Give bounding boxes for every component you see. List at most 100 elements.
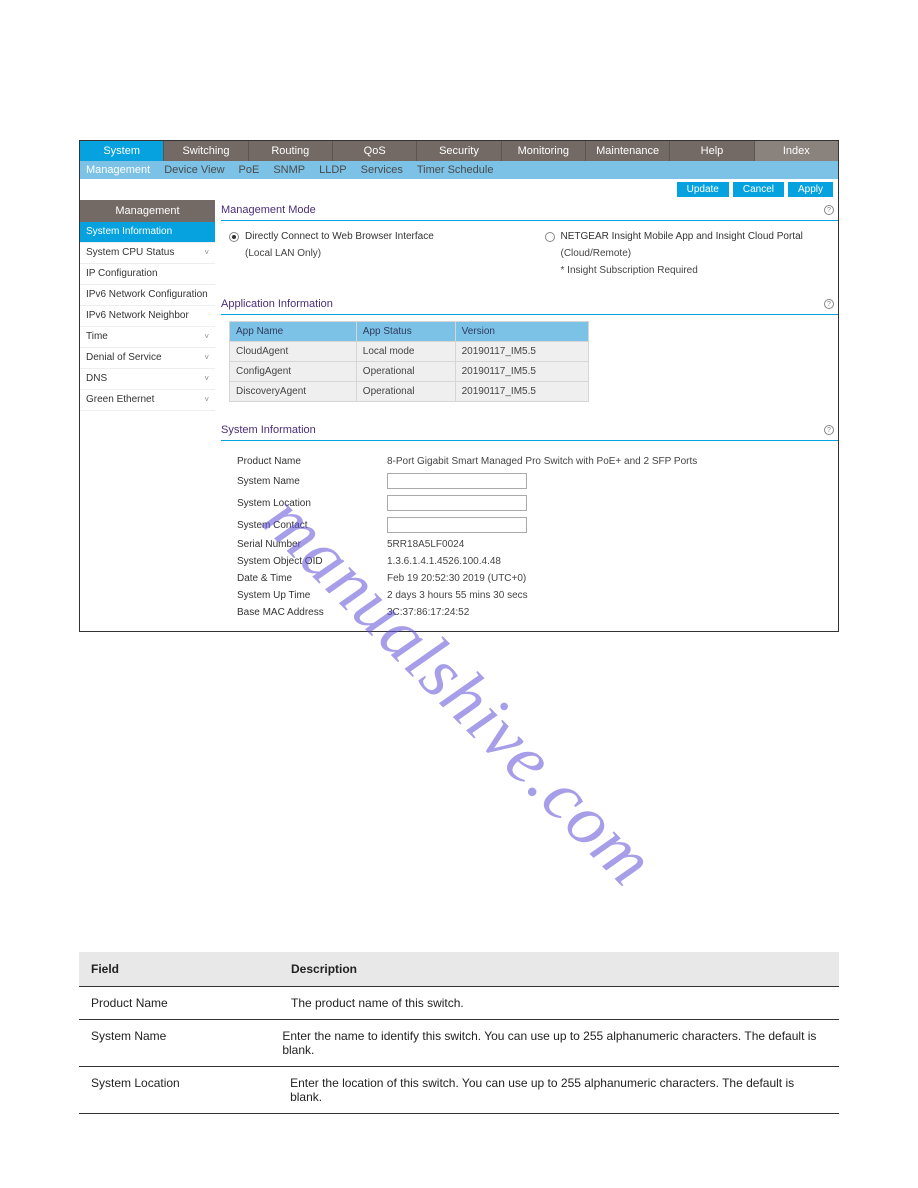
input-system-contact[interactable] [387, 517, 527, 533]
subtab-management[interactable]: Management [86, 164, 150, 176]
apply-button[interactable]: Apply [788, 182, 833, 197]
doc-cell: The product name of this switch. [291, 996, 464, 1010]
subtab-timer-schedule[interactable]: Timer Schedule [417, 164, 494, 176]
radio-cloud-sub1: (Cloud/Remote) [561, 248, 831, 259]
tab-monitoring[interactable]: Monitoring [502, 141, 586, 161]
sidebar-item-label: IPv6 Network Configuration [86, 289, 208, 301]
radio-local-sub: (Local LAN Only) [245, 248, 515, 259]
section-title-label: Application Information [221, 298, 333, 310]
subtab-services[interactable]: Services [361, 164, 403, 176]
value-uptime: 2 days 3 hours 55 mins 30 secs [387, 590, 528, 601]
subtab-lldp[interactable]: LLDP [319, 164, 347, 176]
label-date-time: Date & Time [237, 573, 387, 584]
sidebar-item-label: IP Configuration [86, 268, 158, 280]
cell: 20190117_IM5.5 [455, 342, 588, 362]
chevron-down-icon: ˅ [204, 332, 209, 342]
tab-security[interactable]: Security [417, 141, 501, 161]
sidebar-item-green-ethernet[interactable]: Green Ethernet ˅ [80, 390, 215, 411]
label-system-contact: System Contact [237, 520, 387, 531]
doc-cell: System Location [91, 1076, 290, 1104]
doc-cell: Enter the name to identify this switch. … [282, 1029, 827, 1057]
sidebar-heading: Management [80, 200, 215, 222]
action-bar: Update Cancel Apply [80, 179, 838, 200]
chevron-down-icon: ˅ [204, 248, 209, 258]
tab-help[interactable]: Help [670, 141, 754, 161]
cancel-button[interactable]: Cancel [733, 182, 784, 197]
sidebar-item-label: DNS [86, 373, 107, 385]
radio-local-mode[interactable] [229, 232, 239, 242]
doc-row: Product Name The product name of this sw… [79, 987, 839, 1020]
help-icon[interactable]: ? [824, 299, 834, 309]
section-title-label: Management Mode [221, 204, 316, 216]
tab-maintenance[interactable]: Maintenance [586, 141, 670, 161]
label-mac: Base MAC Address [237, 607, 387, 618]
sidebar-item-label: System CPU Status [86, 247, 174, 259]
subtab-device-view[interactable]: Device View [164, 164, 224, 176]
section-management-mode: Management Mode ? [221, 200, 838, 221]
sidebar-item-label: System Information [86, 226, 172, 238]
table-row: ConfigAgent Operational 20190117_IM5.5 [230, 362, 589, 382]
doc-cell: System Name [91, 1029, 282, 1057]
sidebar-item-ipv6-network-config[interactable]: IPv6 Network Configuration [80, 285, 215, 306]
app-info-table: App Name App Status Version CloudAgent L… [229, 321, 589, 402]
tab-qos[interactable]: QoS [333, 141, 417, 161]
chevron-down-icon: ˅ [204, 374, 209, 384]
sidebar-item-denial-of-service[interactable]: Denial of Service ˅ [80, 348, 215, 369]
sidebar-item-label: Denial of Service [86, 352, 162, 364]
doc-cell: Product Name [91, 996, 291, 1010]
tab-switching[interactable]: Switching [164, 141, 248, 161]
cell: Operational [356, 362, 455, 382]
radio-cloud-mode[interactable] [545, 232, 555, 242]
value-mac: 3C:37:86:17:24:52 [387, 607, 469, 618]
cell: CloudAgent [230, 342, 357, 362]
sidebar-item-time[interactable]: Time ˅ [80, 327, 215, 348]
subtab-poe[interactable]: PoE [239, 164, 260, 176]
cell: ConfigAgent [230, 362, 357, 382]
tab-index[interactable]: Index [755, 141, 838, 161]
doc-row: System Name Enter the name to identify t… [79, 1020, 839, 1067]
label-system-oid: System Object OID [237, 556, 387, 567]
cell: 20190117_IM5.5 [455, 362, 588, 382]
tab-routing[interactable]: Routing [249, 141, 333, 161]
sidebar-item-ip-configuration[interactable]: IP Configuration [80, 264, 215, 285]
label-product-name: Product Name [237, 456, 387, 467]
value-date-time: Feb 19 20:52:30 2019 (UTC+0) [387, 573, 526, 584]
input-system-name[interactable] [387, 473, 527, 489]
doc-row: System Location Enter the location of th… [79, 1067, 839, 1114]
col-app-status: App Status [356, 322, 455, 342]
doc-field-table: Field Description Product Name The produ… [79, 952, 839, 1114]
chevron-down-icon: ˅ [204, 353, 209, 363]
doc-cell: Enter the location of this switch. You c… [290, 1076, 827, 1104]
radio-cloud-sub2: * Insight Subscription Required [561, 265, 831, 276]
sidebar-item-label: Time [86, 331, 108, 343]
sidebar: Management System Information System CPU… [80, 200, 215, 411]
label-uptime: System Up Time [237, 590, 387, 601]
help-icon[interactable]: ? [824, 425, 834, 435]
app-frame: System Switching Routing QoS Security Mo… [79, 140, 839, 632]
doc-head-description: Description [291, 962, 357, 976]
sidebar-item-label: Green Ethernet [86, 394, 154, 406]
sidebar-item-system-information[interactable]: System Information [80, 222, 215, 243]
tab-system[interactable]: System [80, 141, 164, 161]
cell: DiscoveryAgent [230, 382, 357, 402]
section-application-information: Application Information ? [221, 294, 838, 315]
input-system-location[interactable] [387, 495, 527, 511]
section-system-information: System Information ? [221, 420, 838, 441]
help-icon[interactable]: ? [824, 205, 834, 215]
subtab-snmp[interactable]: SNMP [273, 164, 305, 176]
primary-tabs: System Switching Routing QoS Security Mo… [80, 141, 838, 161]
radio-cloud-label: NETGEAR Insight Mobile App and Insight C… [561, 231, 803, 242]
sidebar-item-dns[interactable]: DNS ˅ [80, 369, 215, 390]
sidebar-item-system-cpu-status[interactable]: System CPU Status ˅ [80, 243, 215, 264]
update-button[interactable]: Update [677, 182, 729, 197]
col-app-name: App Name [230, 322, 357, 342]
sidebar-item-ipv6-network-neighbor[interactable]: IPv6 Network Neighbor [80, 306, 215, 327]
label-serial-number: Serial Number [237, 539, 387, 550]
section-title-label: System Information [221, 424, 316, 436]
sidebar-item-label: IPv6 Network Neighbor [86, 310, 189, 322]
doc-head-field: Field [91, 962, 291, 976]
value-serial-number: 5RR18A5LF0024 [387, 539, 464, 550]
table-row: DiscoveryAgent Operational 20190117_IM5.… [230, 382, 589, 402]
secondary-tabs: Management Device View PoE SNMP LLDP Ser… [80, 161, 838, 179]
radio-local-label: Directly Connect to Web Browser Interfac… [245, 231, 434, 242]
